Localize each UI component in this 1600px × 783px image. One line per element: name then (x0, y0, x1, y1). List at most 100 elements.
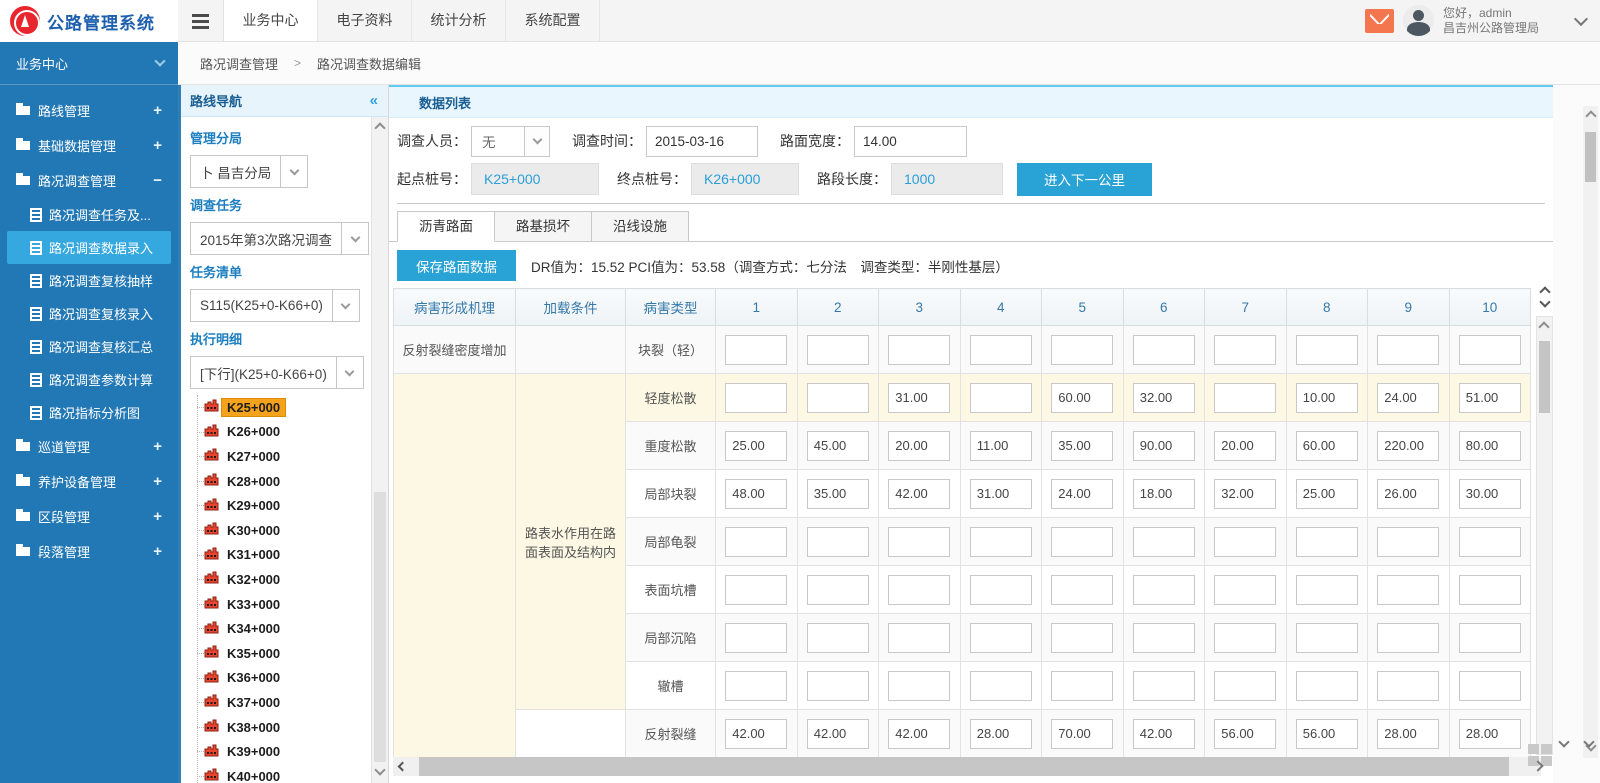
save-surface-data-button[interactable]: 保存路面数据 (397, 250, 516, 281)
damage-value-input[interactable] (888, 335, 950, 365)
damage-value-input[interactable] (888, 719, 950, 749)
damage-value-input[interactable] (1214, 383, 1276, 413)
damage-value-input[interactable] (1133, 527, 1195, 557)
scroll-down-icon[interactable] (1585, 738, 1593, 746)
damage-value-input[interactable] (807, 671, 869, 701)
damage-value-input[interactable] (1459, 527, 1521, 557)
damage-value-input[interactable] (1459, 719, 1521, 749)
damage-value-input[interactable] (1377, 431, 1439, 461)
station-item-K38+000[interactable]: K38+000 (190, 715, 371, 740)
damage-value-input[interactable] (1133, 671, 1195, 701)
damage-value-input[interactable] (1051, 431, 1113, 461)
damage-value-input[interactable] (1377, 479, 1439, 509)
avatar[interactable] (1403, 5, 1434, 36)
expand-plus-icon[interactable]: + (153, 508, 162, 525)
damage-value-input[interactable] (1133, 335, 1195, 365)
damage-value-input[interactable] (807, 575, 869, 605)
scroll-up-icon[interactable] (1538, 321, 1549, 332)
damage-value-input[interactable] (1214, 719, 1276, 749)
scroll-left-icon[interactable] (393, 759, 409, 774)
damage-value-input[interactable] (807, 335, 869, 365)
station-item-K31+000[interactable]: K31+000 (190, 543, 371, 568)
damage-value-input[interactable] (725, 431, 787, 461)
route-nav-scrollbar[interactable] (371, 117, 388, 783)
tab-沿线设施[interactable]: 沿线设施 (591, 211, 689, 242)
damage-value-input[interactable] (725, 479, 787, 509)
scrollbar-thumb[interactable] (1585, 132, 1596, 182)
step-down-icon[interactable] (1539, 296, 1550, 307)
sidebar-item-路况调查数据录入[interactable]: 路况调查数据录入 (7, 231, 171, 264)
row-stepper[interactable] (1536, 277, 1553, 314)
damage-value-input[interactable] (1377, 335, 1439, 365)
damage-value-input[interactable] (1214, 335, 1276, 365)
damage-value-input[interactable] (1296, 431, 1358, 461)
damage-value-input[interactable] (1051, 335, 1113, 365)
scroll-right-icon[interactable] (1534, 762, 1542, 770)
station-item-K26+000[interactable]: K26+000 (190, 420, 371, 445)
station-item-K25+000[interactable]: K25+000 (190, 395, 371, 420)
sidebar-item-路况指标分析图[interactable]: 路况指标分析图 (7, 396, 171, 429)
damage-value-input[interactable] (725, 719, 787, 749)
sidebar-group-基础数据管理[interactable]: 基础数据管理+ (0, 128, 178, 163)
damage-value-input[interactable] (970, 575, 1032, 605)
damage-value-input[interactable] (1051, 575, 1113, 605)
breadcrumb-parent[interactable]: 路况调查管理 (200, 54, 278, 73)
menu-toggle-icon[interactable] (178, 0, 224, 42)
damage-value-input[interactable] (1051, 671, 1113, 701)
damage-value-input[interactable] (725, 383, 787, 413)
sidebar-group-养护设备管理[interactable]: 养护设备管理+ (0, 464, 178, 499)
damage-value-input[interactable] (888, 575, 950, 605)
damage-value-input[interactable] (1214, 479, 1276, 509)
user-menu-chevron-icon[interactable] (1574, 11, 1588, 25)
damage-value-input[interactable] (1051, 527, 1113, 557)
table-vscroll-track[interactable] (1536, 316, 1553, 755)
sidebar-group-路线管理[interactable]: 路线管理+ (0, 93, 178, 128)
next-kilometer-button[interactable]: 进入下一公里 (1017, 163, 1152, 196)
damage-value-input[interactable] (888, 671, 950, 701)
expand-plus-icon[interactable]: + (153, 438, 162, 455)
damage-value-input[interactable] (725, 671, 787, 701)
table-vscrollbar[interactable] (1536, 277, 1553, 755)
surveyor-select[interactable]: 无 (471, 126, 550, 157)
damage-value-input[interactable] (1133, 575, 1195, 605)
damage-value-input[interactable] (1377, 575, 1439, 605)
sidebar-item-路况调查任务及...[interactable]: 路况调查任务及... (7, 198, 171, 231)
damage-value-input[interactable] (1377, 719, 1439, 749)
damage-value-input[interactable] (1214, 431, 1276, 461)
damage-value-input[interactable] (1133, 431, 1195, 461)
damage-value-input[interactable] (970, 431, 1032, 461)
damage-value-input[interactable] (970, 527, 1032, 557)
damage-value-input[interactable] (1377, 527, 1439, 557)
damage-value-input[interactable] (1296, 527, 1358, 557)
topnav-item-系统配置[interactable]: 系统配置 (506, 0, 600, 41)
damage-value-input[interactable] (1459, 479, 1521, 509)
scroll-up-icon[interactable] (374, 122, 385, 133)
damage-value-input[interactable] (1459, 383, 1521, 413)
scrollbar-thumb[interactable] (374, 492, 386, 762)
damage-value-input[interactable] (888, 383, 950, 413)
damage-value-input[interactable] (1133, 623, 1195, 653)
expand-plus-icon[interactable]: + (153, 137, 162, 154)
mail-icon[interactable] (1365, 9, 1394, 33)
sidebar-item-路况调查复核汇总[interactable]: 路况调查复核汇总 (7, 330, 171, 363)
station-item-K37+000[interactable]: K37+000 (190, 690, 371, 715)
expand-plus-icon[interactable]: + (153, 543, 162, 560)
damage-value-input[interactable] (1459, 431, 1521, 461)
sidebar-item-路况调查复核抽样[interactable]: 路况调查复核抽样 (7, 264, 171, 297)
damage-value-input[interactable] (970, 623, 1032, 653)
topnav-item-电子资料[interactable]: 电子资料 (318, 0, 412, 41)
expand-plus-icon[interactable]: + (153, 473, 162, 490)
damage-value-input[interactable] (807, 719, 869, 749)
sidebar-group-段落管理[interactable]: 段落管理+ (0, 534, 178, 569)
damage-value-input[interactable] (1133, 383, 1195, 413)
damage-value-input[interactable] (1133, 719, 1195, 749)
select-调查任务[interactable]: 2015年第3次路况调查 (190, 222, 369, 255)
damage-value-input[interactable] (807, 623, 869, 653)
damage-value-input[interactable] (1377, 623, 1439, 653)
damage-value-input[interactable] (725, 575, 787, 605)
sidebar-header[interactable]: 业务中心 (0, 42, 178, 85)
damage-value-input[interactable] (970, 383, 1032, 413)
damage-value-input[interactable] (1214, 527, 1276, 557)
collapse-panel-icon[interactable]: « (370, 92, 378, 109)
damage-value-input[interactable] (888, 431, 950, 461)
